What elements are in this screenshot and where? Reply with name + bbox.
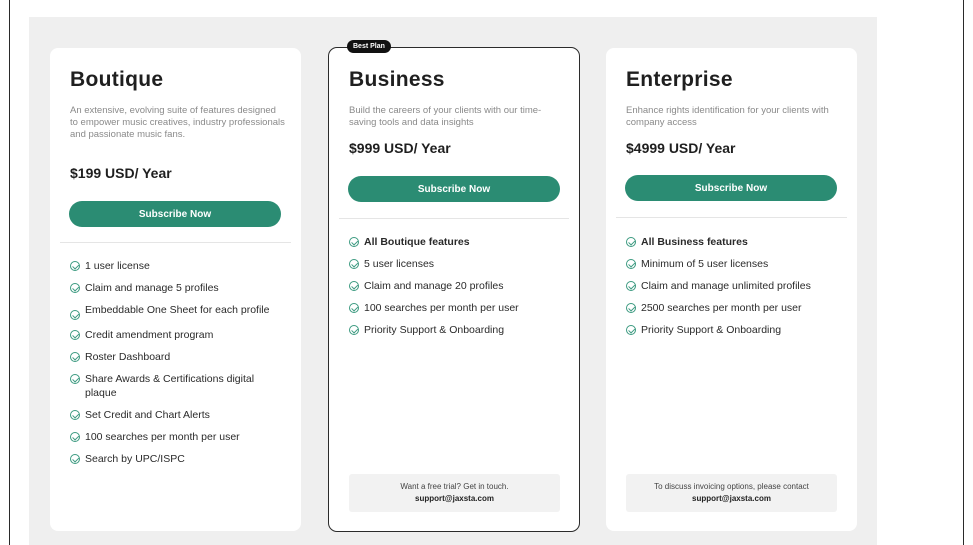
feature-item: Search by UPC/ISPC bbox=[70, 452, 288, 466]
frame-border-left bbox=[9, 0, 10, 545]
note-text: To discuss invoicing options, please con… bbox=[654, 482, 809, 491]
free-trial-note: Want a free trial? Get in touch. support… bbox=[349, 474, 560, 512]
invoicing-note: To discuss invoicing options, please con… bbox=[626, 474, 837, 512]
plan-price: $199 USD/ Year bbox=[70, 165, 172, 181]
plan-card-business: Best Plan Business Build the careers of … bbox=[328, 40, 580, 532]
feature-item: All Business features bbox=[626, 235, 844, 249]
feature-item: Embeddable One Sheet for each profile bbox=[70, 303, 288, 320]
divider bbox=[60, 242, 291, 243]
support-email-link[interactable]: support@jaxsta.com bbox=[626, 493, 837, 505]
feature-item: Claim and manage 20 profiles bbox=[349, 279, 567, 293]
plan-title: Business bbox=[349, 68, 445, 91]
check-circle-icon bbox=[626, 259, 636, 269]
check-circle-icon bbox=[349, 237, 359, 247]
check-circle-icon bbox=[626, 303, 636, 313]
best-plan-badge: Best Plan bbox=[347, 40, 391, 53]
plan-card-boutique: Boutique An extensive, evolving suite of… bbox=[50, 48, 301, 531]
check-circle-icon bbox=[70, 283, 80, 293]
check-circle-icon bbox=[70, 454, 80, 464]
plan-price: $4999 USD/ Year bbox=[626, 140, 736, 156]
check-circle-icon bbox=[70, 432, 80, 442]
check-circle-icon bbox=[70, 352, 80, 362]
plan-card-enterprise: Enterprise Enhance rights identification… bbox=[606, 48, 857, 531]
check-circle-icon bbox=[70, 261, 80, 271]
plan-title: Boutique bbox=[70, 68, 164, 91]
feature-list: All Business features Minimum of 5 user … bbox=[626, 235, 844, 345]
check-circle-icon bbox=[349, 281, 359, 291]
feature-item: 100 searches per month per user bbox=[349, 301, 567, 315]
feature-item: 1 user license bbox=[70, 259, 288, 273]
check-circle-icon bbox=[626, 281, 636, 291]
feature-item: 2500 searches per month per user bbox=[626, 301, 844, 315]
feature-item: Set Credit and Chart Alerts bbox=[70, 408, 288, 422]
feature-item: 100 searches per month per user bbox=[70, 430, 288, 444]
frame-border-right bbox=[963, 0, 964, 545]
divider bbox=[339, 218, 569, 219]
check-circle-icon bbox=[70, 310, 80, 320]
feature-item: Claim and manage unlimited profiles bbox=[626, 279, 844, 293]
check-circle-icon bbox=[349, 325, 359, 335]
note-text: Want a free trial? Get in touch. bbox=[400, 482, 509, 491]
feature-item: Share Awards & Certifications digital pl… bbox=[70, 372, 288, 400]
feature-item: Priority Support & Onboarding bbox=[349, 323, 567, 337]
plan-price: $999 USD/ Year bbox=[349, 140, 451, 156]
feature-item: Minimum of 5 user licenses bbox=[626, 257, 844, 271]
check-circle-icon bbox=[349, 303, 359, 313]
divider bbox=[616, 217, 847, 218]
feature-item: Claim and manage 5 profiles bbox=[70, 281, 288, 295]
feature-list: All Boutique features 5 user licenses Cl… bbox=[349, 235, 567, 345]
plan-description: Enhance rights identification for your c… bbox=[626, 105, 829, 128]
feature-item: All Boutique features bbox=[349, 235, 567, 249]
plan-description: Build the careers of your clients with o… bbox=[349, 105, 542, 128]
feature-item: Credit amendment program bbox=[70, 328, 288, 342]
feature-list: 1 user license Claim and manage 5 profil… bbox=[70, 259, 288, 474]
subscribe-button[interactable]: Subscribe Now bbox=[625, 175, 837, 201]
feature-item: Priority Support & Onboarding bbox=[626, 323, 844, 337]
feature-item: Roster Dashboard bbox=[70, 350, 288, 364]
support-email-link[interactable]: support@jaxsta.com bbox=[349, 493, 560, 505]
check-circle-icon bbox=[70, 410, 80, 420]
plan-description: An extensive, evolving suite of features… bbox=[70, 105, 285, 140]
check-circle-icon bbox=[70, 374, 80, 384]
subscribe-button[interactable]: Subscribe Now bbox=[348, 176, 560, 202]
feature-item: 5 user licenses bbox=[349, 257, 567, 271]
subscribe-button[interactable]: Subscribe Now bbox=[69, 201, 281, 227]
check-circle-icon bbox=[626, 237, 636, 247]
plan-title: Enterprise bbox=[626, 68, 733, 91]
check-circle-icon bbox=[626, 325, 636, 335]
check-circle-icon bbox=[70, 330, 80, 340]
check-circle-icon bbox=[349, 259, 359, 269]
